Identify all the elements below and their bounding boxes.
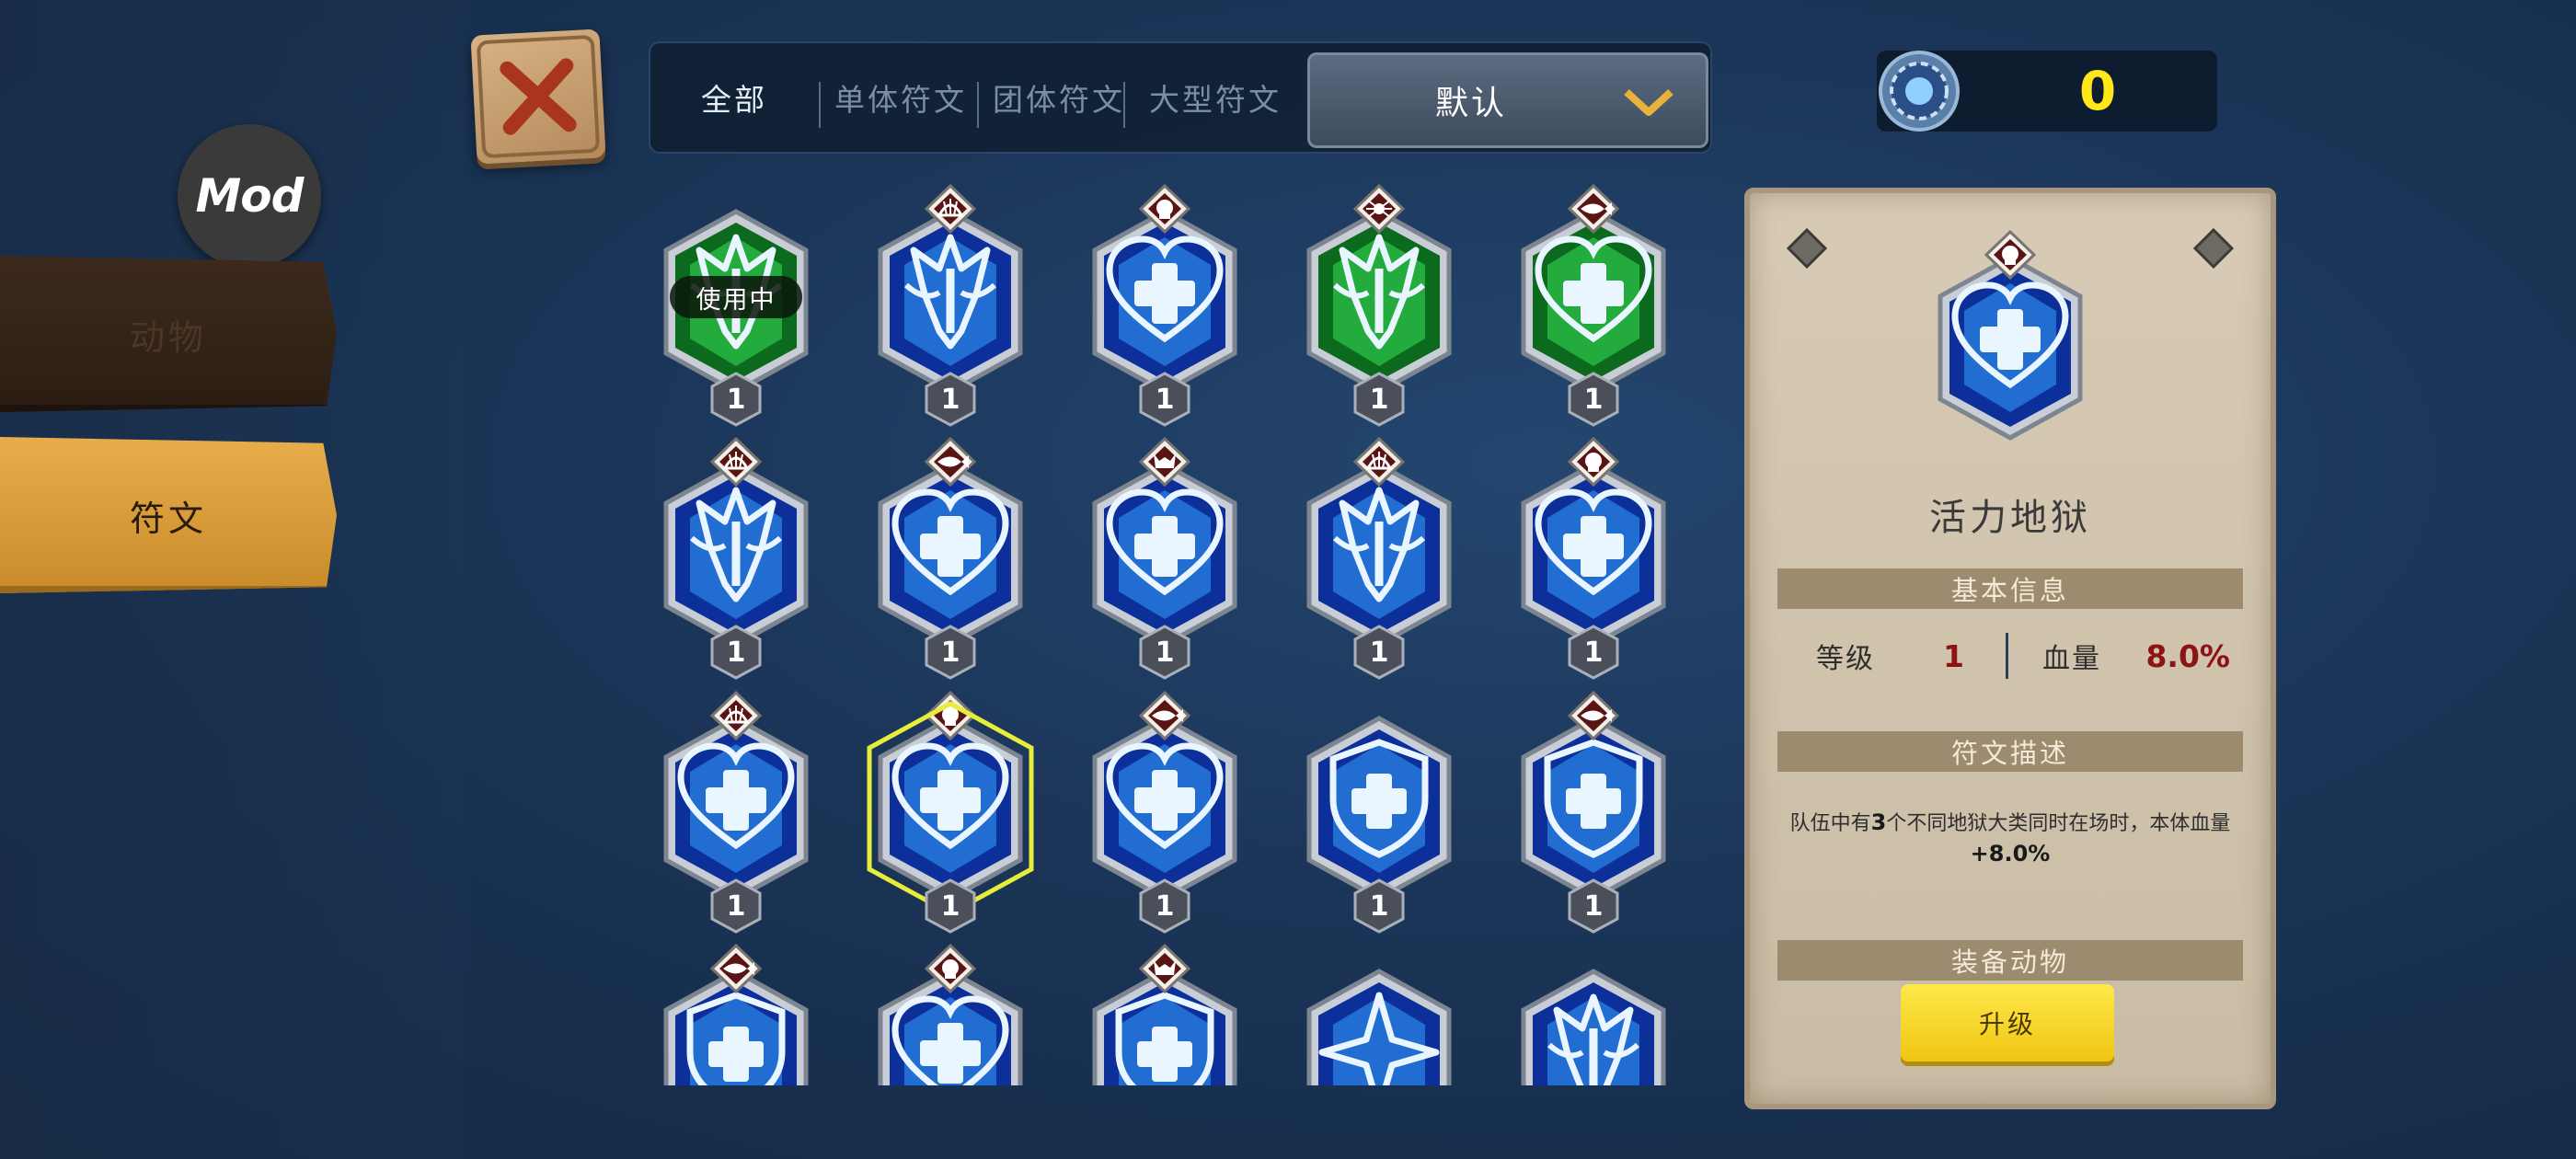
rune-card[interactable]: 1 bbox=[1501, 690, 1685, 934]
filter-bar: 全部 单体符文 团体符文 大型符文 默认 bbox=[649, 41, 1712, 154]
tab-divider bbox=[977, 82, 979, 128]
rune-card[interactable] bbox=[858, 943, 1042, 1085]
tab-divider bbox=[819, 82, 821, 128]
category-tab-rune[interactable]: 符文 bbox=[0, 437, 337, 593]
rune-description: 队伍中有3个不同地狱大类同时在场时，本体血量 +8.0% bbox=[1783, 808, 2237, 870]
rune-card[interactable]: 1 bbox=[1073, 184, 1257, 427]
rune-card[interactable]: 1 bbox=[858, 184, 1042, 427]
upgrade-button[interactable]: 升级 bbox=[1901, 984, 2114, 1061]
gem-icon bbox=[1879, 51, 1960, 132]
rune-card[interactable] bbox=[1501, 944, 1685, 1085]
rune-card[interactable] bbox=[644, 943, 828, 1085]
rune-icon bbox=[1521, 969, 1666, 1085]
level-value: 1 bbox=[1943, 637, 1964, 674]
rune-card[interactable]: 1 bbox=[1287, 436, 1471, 680]
rune-icon bbox=[663, 943, 809, 1085]
rune-detail-panel: 活力地狱 基本信息 等级 1 血量 8.0% 符文描述 队伍中有3个不同地狱大类… bbox=[1744, 188, 2276, 1109]
rune-level: 1 bbox=[1155, 636, 1175, 669]
rune-card[interactable]: 1 bbox=[644, 690, 828, 934]
tab-divider bbox=[1123, 82, 1125, 128]
upgrade-label: 升级 bbox=[1978, 1009, 2036, 1039]
rune-icon bbox=[878, 943, 1023, 1085]
rune-level: 1 bbox=[1369, 636, 1389, 669]
rune-card[interactable] bbox=[1073, 943, 1257, 1085]
stats-divider bbox=[2006, 633, 2008, 679]
rune-desc-header: 符文描述 bbox=[1777, 731, 2243, 772]
rune-level: 1 bbox=[1583, 383, 1604, 416]
close-button[interactable] bbox=[470, 29, 606, 165]
rune-level: 1 bbox=[1155, 889, 1175, 923]
rune-level: 1 bbox=[1583, 889, 1604, 923]
rune-level: 1 bbox=[726, 889, 746, 923]
stats-row: 等级 1 血量 8.0% bbox=[1777, 616, 2243, 695]
desc-text-pre: 队伍中有 bbox=[1789, 812, 1871, 835]
rune-card[interactable]: 1 bbox=[1287, 691, 1471, 934]
rune-card[interactable]: 1 bbox=[1501, 436, 1685, 680]
detail-rune-emblem bbox=[1918, 229, 2102, 451]
rune-icon bbox=[1092, 943, 1237, 1085]
rune-card[interactable]: 1 bbox=[1287, 184, 1471, 427]
rune-level: 1 bbox=[726, 636, 746, 669]
in-use-badge: 使用中 bbox=[670, 276, 802, 318]
rune-icon bbox=[1306, 969, 1452, 1085]
desc-text-mid: 个不同地狱大类同时在场时，本体血量 bbox=[1886, 812, 2231, 835]
sort-dropdown[interactable]: 默认 bbox=[1307, 52, 1708, 148]
close-icon bbox=[477, 35, 600, 158]
tab-large-rune[interactable]: 大型符文 bbox=[1149, 43, 1282, 152]
corner-gem-icon bbox=[1787, 228, 1827, 269]
rune-level: 1 bbox=[726, 383, 746, 416]
equip-animal-header: 装备动物 bbox=[1777, 940, 2243, 981]
rune-level: 1 bbox=[940, 383, 960, 416]
category-tab-label: 符文 bbox=[129, 498, 207, 539]
sort-selected-value: 默认 bbox=[1434, 85, 1507, 122]
tab-team-rune[interactable]: 团体符文 bbox=[993, 43, 1125, 152]
currency-amount: 0 bbox=[2078, 60, 2117, 122]
rune-level: 1 bbox=[1369, 383, 1389, 416]
rune-card[interactable]: 1 bbox=[644, 436, 828, 680]
mod-label: Mod bbox=[195, 169, 305, 223]
detail-rune-icon bbox=[1938, 229, 2083, 441]
desc-value: +8.0% bbox=[1970, 841, 2051, 866]
rune-grid: 1 使用中 1 1 1 1 1 1 1 1 1 1 1 1 1 1 bbox=[644, 184, 1711, 1085]
category-tab-label: 动物 bbox=[129, 316, 207, 358]
rune-card[interactable]: 1 使用中 bbox=[644, 184, 828, 427]
rune-card[interactable]: 1 bbox=[1073, 690, 1257, 934]
basic-info-header: 基本信息 bbox=[1777, 568, 2243, 609]
level-label: 等级 bbox=[1816, 643, 1875, 675]
hp-value: 8.0% bbox=[2145, 637, 2230, 674]
category-tab-animal[interactable]: 动物 bbox=[0, 256, 337, 412]
rune-card[interactable] bbox=[1287, 944, 1471, 1085]
rune-level: 1 bbox=[1583, 636, 1604, 669]
tab-single-rune[interactable]: 单体符文 bbox=[834, 43, 967, 152]
rune-card[interactable]: 1 bbox=[858, 690, 1042, 934]
rune-card[interactable]: 1 bbox=[858, 436, 1042, 680]
rune-card[interactable]: 1 bbox=[1073, 436, 1257, 680]
desc-count: 3 bbox=[1870, 809, 1887, 835]
rune-name: 活力地狱 bbox=[1929, 497, 2091, 539]
tab-all[interactable]: 全部 bbox=[701, 43, 767, 152]
rune-card[interactable]: 1 bbox=[1501, 184, 1685, 427]
currency-display: 0 bbox=[1877, 51, 2217, 132]
rune-level: 1 bbox=[1155, 383, 1175, 416]
corner-gem-icon bbox=[2193, 228, 2234, 269]
rune-level: 1 bbox=[1369, 889, 1389, 923]
rune-level: 1 bbox=[940, 636, 960, 669]
mod-badge[interactable]: Mod bbox=[178, 124, 321, 268]
rune-level: 1 bbox=[940, 889, 960, 923]
hp-label: 血量 bbox=[2042, 643, 2101, 675]
chevron-down-icon bbox=[1624, 89, 1673, 116]
